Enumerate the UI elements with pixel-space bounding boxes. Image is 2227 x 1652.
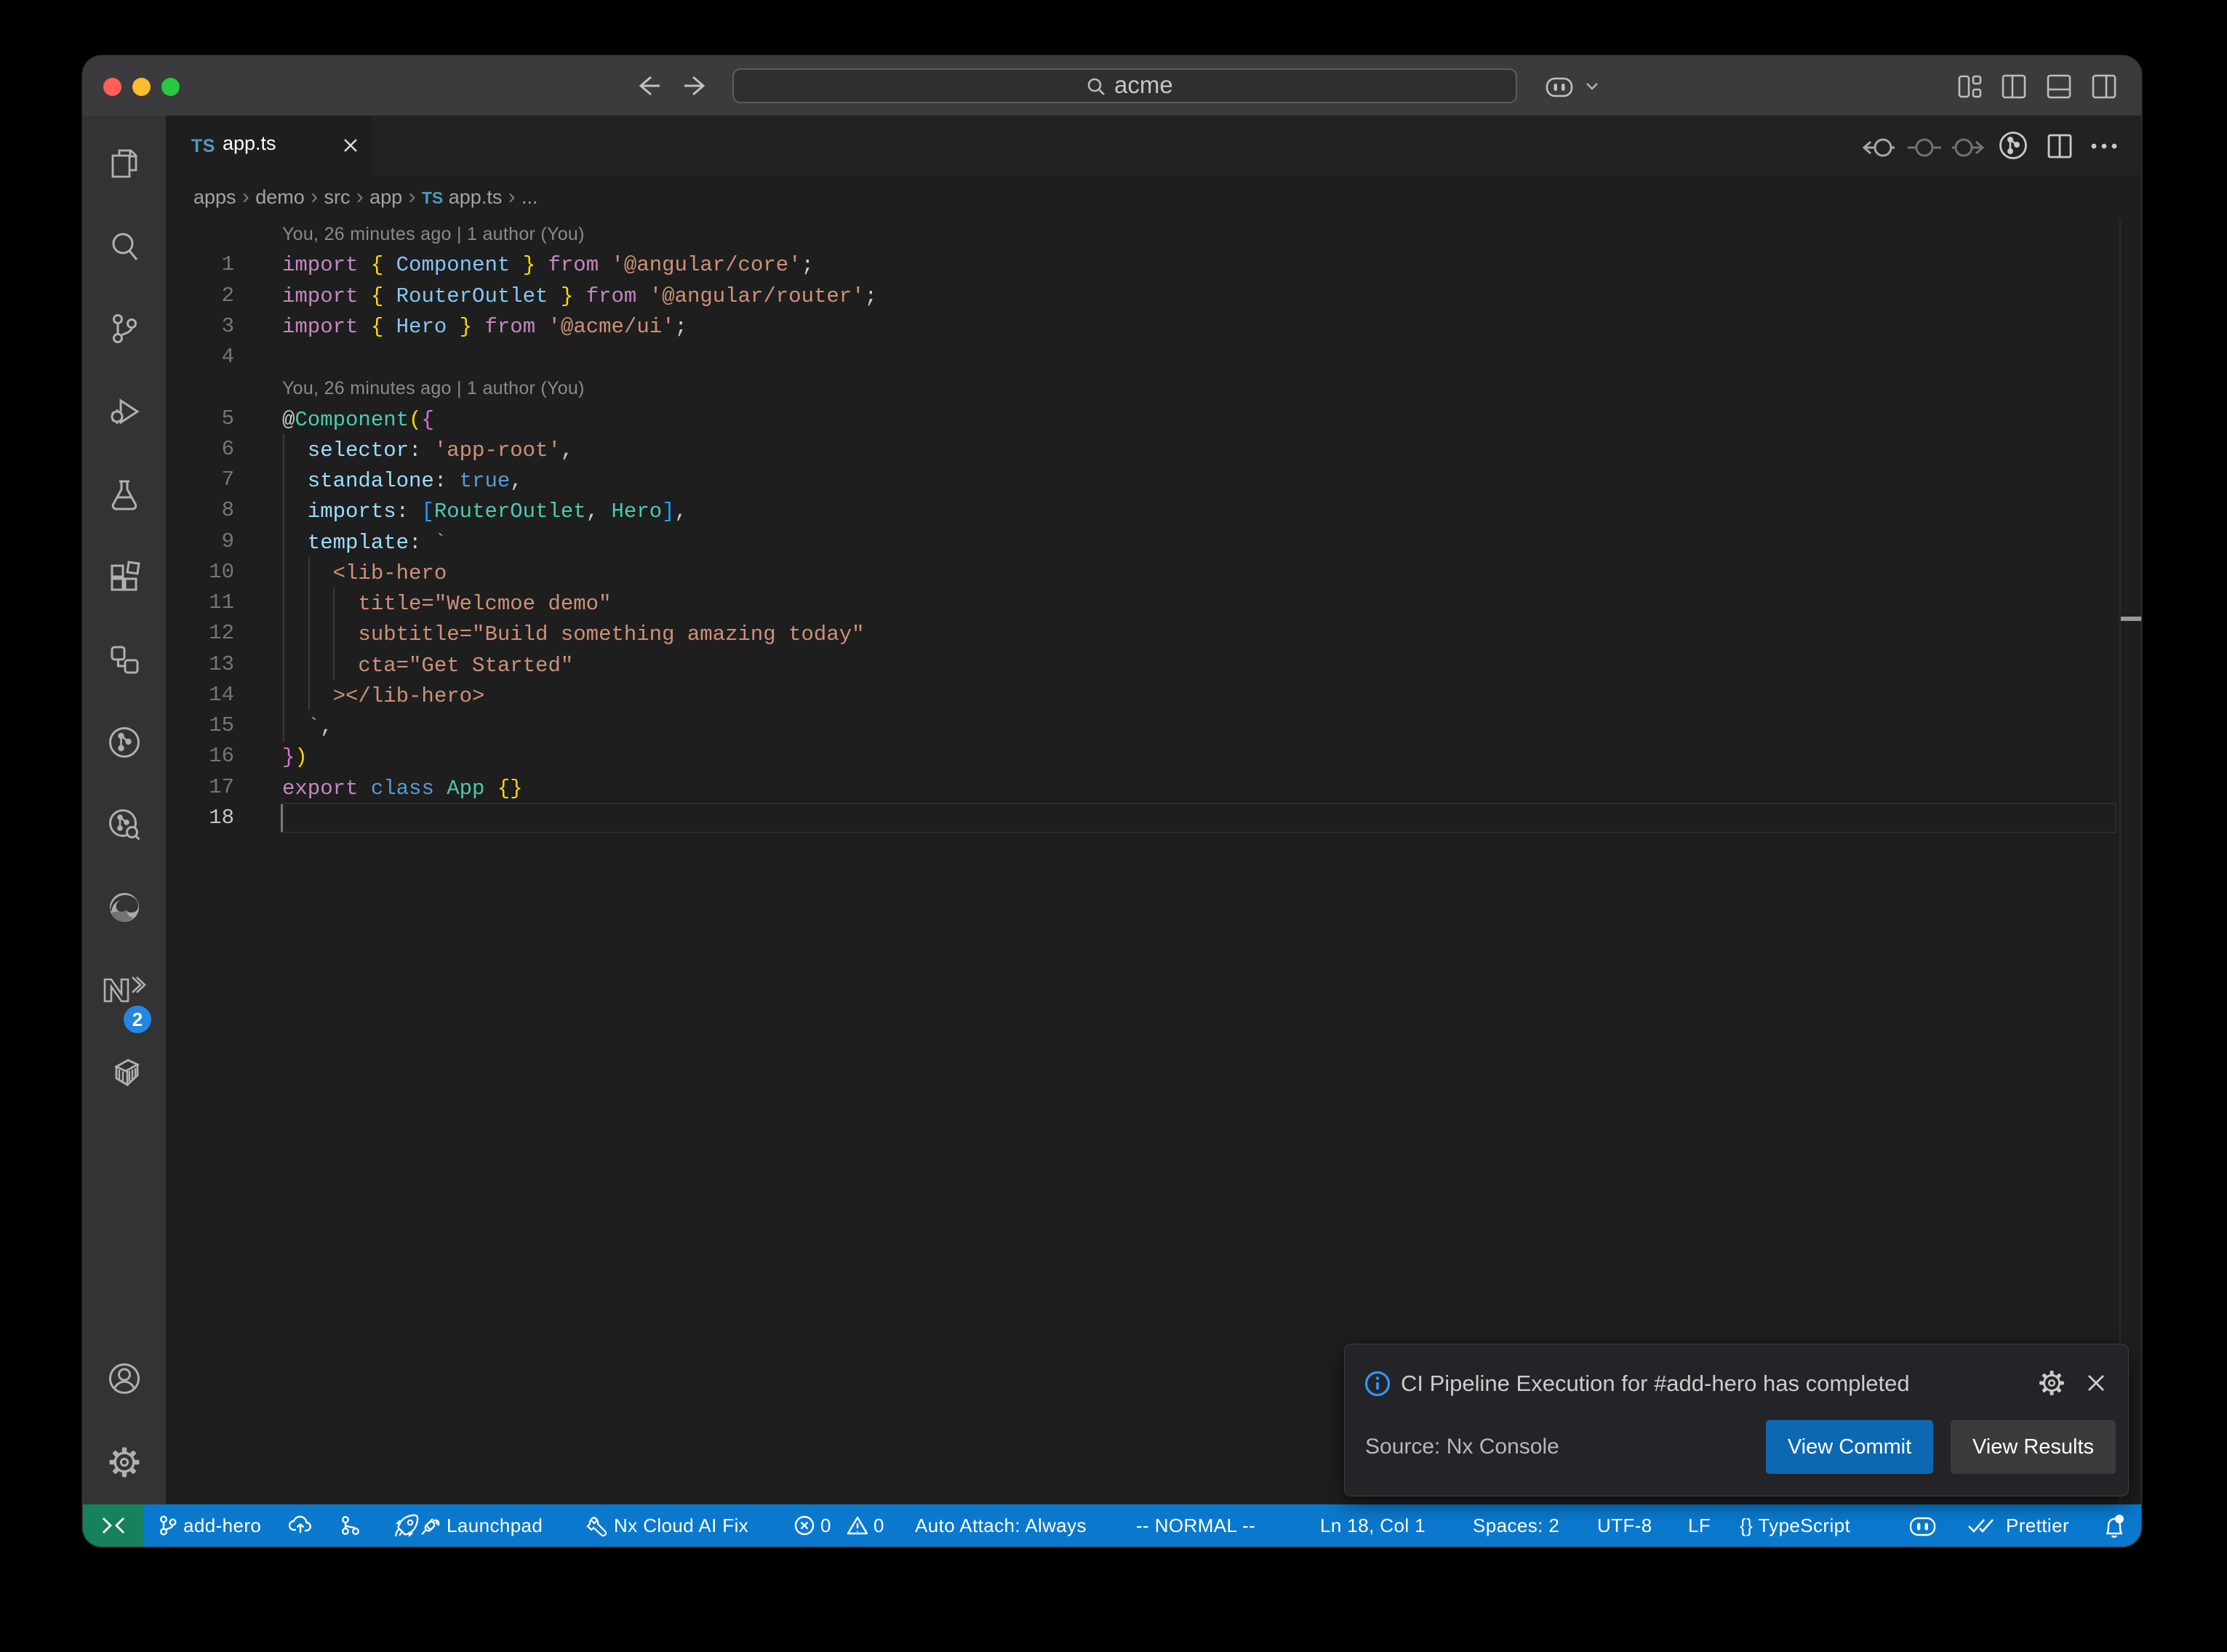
svg-text:2: 2 bbox=[132, 1009, 143, 1030]
